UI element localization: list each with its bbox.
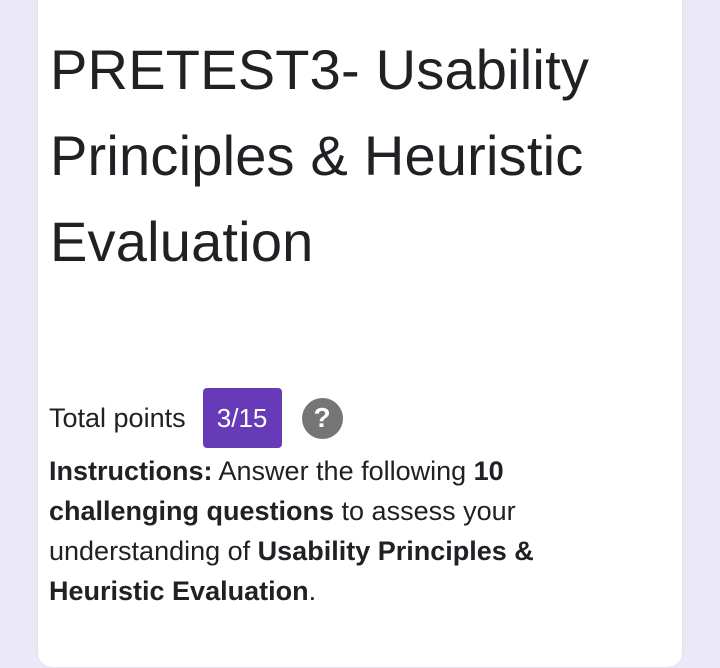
form-title: PRETEST3- Usability Principles & Heurist… [50, 38, 590, 273]
instructions-text: Instructions: Answer the following 10 ch… [49, 451, 619, 611]
instructions-label: Instructions: [49, 456, 213, 486]
score-badge: 3/15 [202, 388, 282, 448]
total-points-row: Total points 3/15 ? [49, 388, 343, 448]
question-mark-icon[interactable]: ? [301, 397, 343, 439]
instructions-part-1: Answer the following [212, 456, 474, 486]
total-points-label: Total points [49, 402, 186, 433]
instructions-part-3: . [308, 576, 317, 606]
